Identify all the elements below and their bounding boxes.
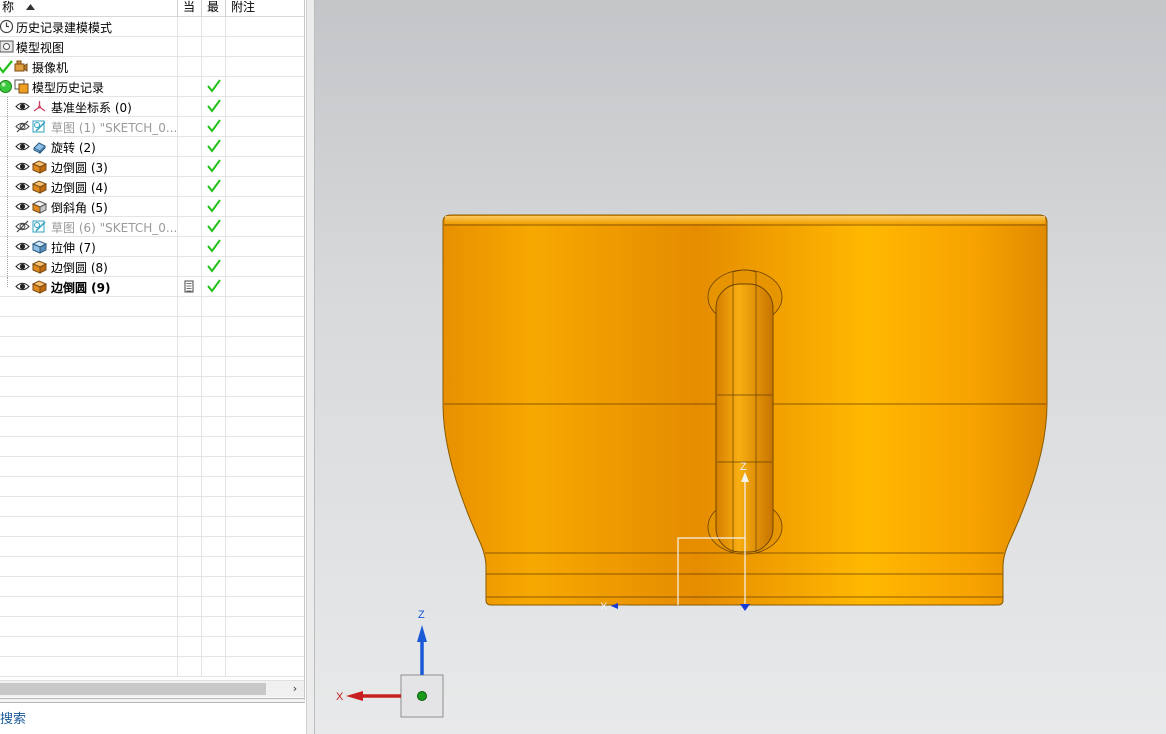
tree-node-label: 边倒圆 (9) — [51, 281, 111, 295]
tree-node-feature-revolve[interactable]: 旋转 (2) — [0, 137, 304, 157]
column-current[interactable]: 当 — [178, 0, 202, 16]
latest-check-icon — [207, 119, 221, 133]
column-latest-label: 最 — [207, 0, 220, 14]
search-link[interactable]: 搜索 — [0, 708, 26, 727]
column-notes[interactable]: 附注 — [226, 0, 304, 16]
resource-bar-divider[interactable] — [306, 0, 315, 734]
tree-node-label: 拉伸 (7) — [51, 241, 96, 255]
tree-node-feature-edge-blend-3[interactable]: 边倒圆 (3) — [0, 157, 304, 177]
latest-check-icon — [207, 279, 221, 293]
latest-check-icon — [207, 79, 221, 93]
eye-icon[interactable] — [15, 179, 30, 194]
column-current-label: 当 — [183, 0, 196, 14]
latest-check-icon — [207, 179, 221, 193]
navigator-header: 称 当 最 附注 — [0, 0, 304, 17]
navigator-tree: 历史记录建模模式 模型视图 摄像机 模型历史记录 基准坐标系 (0) 草图 (1… — [0, 17, 304, 677]
triad-z-label: Z — [418, 609, 425, 621]
latest-check-icon — [207, 159, 221, 173]
column-notes-label: 附注 — [231, 0, 256, 14]
tree-node-feature-chamfer[interactable]: 倒斜角 (5) — [0, 197, 304, 217]
edge-blend-icon — [32, 160, 47, 174]
latest-check-icon — [207, 219, 221, 233]
column-name-label: 称 — [2, 0, 15, 14]
graphics-viewport[interactable]: Z X Z X — [315, 0, 1166, 734]
navigator-border — [304, 0, 305, 700]
tree-node-feature-sketch-1[interactable]: 草图 (1) "SKETCH_0... — [0, 117, 304, 137]
column-name[interactable]: 称 — [0, 0, 178, 16]
tree-node-label: 草图 (6) "SKETCH_0... — [51, 221, 178, 235]
tree-node-model-history[interactable]: 模型历史记录 — [0, 77, 304, 97]
tree-node-label: 模型视图 — [16, 41, 65, 55]
wcs-z-label: Z — [740, 461, 747, 473]
latest-check-icon — [207, 259, 221, 273]
tree-node-label: 边倒圆 (3) — [51, 161, 108, 175]
camera-icon — [14, 60, 28, 72]
eye-icon[interactable] — [15, 259, 30, 274]
view-triad[interactable]: Z X — [336, 609, 444, 718]
chamfer-icon — [32, 200, 47, 214]
model-view-icon — [0, 40, 14, 53]
tree-node-label: 摄像机 — [32, 61, 69, 75]
triad-x-label: X — [336, 691, 344, 703]
tree-node-feature-datum-csys[interactable]: 基准坐标系 (0) — [0, 97, 304, 117]
status-green-dot-icon — [0, 80, 12, 93]
clock-icon — [0, 19, 14, 34]
sort-up-icon — [26, 4, 35, 10]
eye-icon[interactable] — [15, 239, 30, 254]
tree-node-cameras[interactable]: 摄像机 — [0, 57, 304, 77]
tree-node-feature-edge-blend-9[interactable]: 边倒圆 (9) — [0, 277, 304, 297]
column-latest[interactable]: 最 — [202, 0, 226, 16]
model-canvas[interactable]: Z X Z X — [315, 0, 1166, 734]
datum-csys-icon — [33, 101, 46, 112]
tree-node-label: 倒斜角 (5) — [51, 201, 108, 215]
extrude-icon — [32, 240, 47, 254]
checkmark-icon — [0, 60, 13, 74]
tree-node-label: 草图 (1) "SKETCH_0... — [51, 121, 178, 135]
history-folder-icon — [14, 79, 29, 94]
eye-hidden-icon[interactable] — [15, 219, 30, 234]
latest-check-icon — [207, 99, 221, 113]
tree-node-label: 旋转 (2) — [51, 141, 96, 155]
tree-node-feature-edge-blend-8[interactable]: 边倒圆 (8) — [0, 257, 304, 277]
tree-node-feature-extrude[interactable]: 拉伸 (7) — [0, 237, 304, 257]
eye-icon[interactable] — [15, 279, 30, 294]
current-feature-icon — [184, 280, 194, 293]
part-navigator: 称 当 最 附注 历史记录建模模式 模型视图 摄像机 模型历史记录 基准坐标系 … — [0, 0, 306, 734]
tree-node-history-mode[interactable]: 历史记录建模模式 — [0, 17, 304, 37]
scrollbar-thumb[interactable] — [0, 683, 266, 695]
scroll-right-button[interactable]: › — [288, 681, 302, 697]
tree-node-label: 边倒圆 (4) — [51, 181, 108, 195]
tree-node-feature-sketch-6[interactable]: 草图 (6) "SKETCH_0... — [0, 217, 304, 237]
latest-check-icon — [207, 199, 221, 213]
horizontal-scrollbar[interactable]: › — [0, 680, 304, 697]
tree-node-label: 模型历史记录 — [32, 81, 105, 95]
sketch-icon — [32, 220, 46, 233]
tree-node-feature-edge-blend-4[interactable]: 边倒圆 (4) — [0, 177, 304, 197]
edge-blend-icon — [32, 180, 47, 194]
edge-blend-icon — [32, 280, 47, 294]
latest-check-icon — [207, 139, 221, 153]
eye-icon[interactable] — [15, 159, 30, 174]
eye-hidden-icon[interactable] — [15, 119, 30, 134]
eye-icon[interactable] — [15, 199, 30, 214]
tree-node-label: 基准坐标系 (0) — [51, 101, 132, 115]
tree-node-model-views[interactable]: 模型视图 — [0, 37, 304, 57]
eye-icon[interactable] — [15, 99, 30, 114]
panel-splitter[interactable] — [0, 698, 305, 703]
latest-check-icon — [207, 239, 221, 253]
eye-icon[interactable] — [15, 139, 30, 154]
edge-blend-icon — [32, 260, 47, 274]
tree-node-label: 历史记录建模模式 — [16, 21, 113, 35]
revolve-icon — [33, 142, 46, 154]
wcs-x-label: X — [600, 601, 608, 613]
sketch-icon — [32, 120, 46, 133]
tree-node-label: 边倒圆 (8) — [51, 261, 108, 275]
